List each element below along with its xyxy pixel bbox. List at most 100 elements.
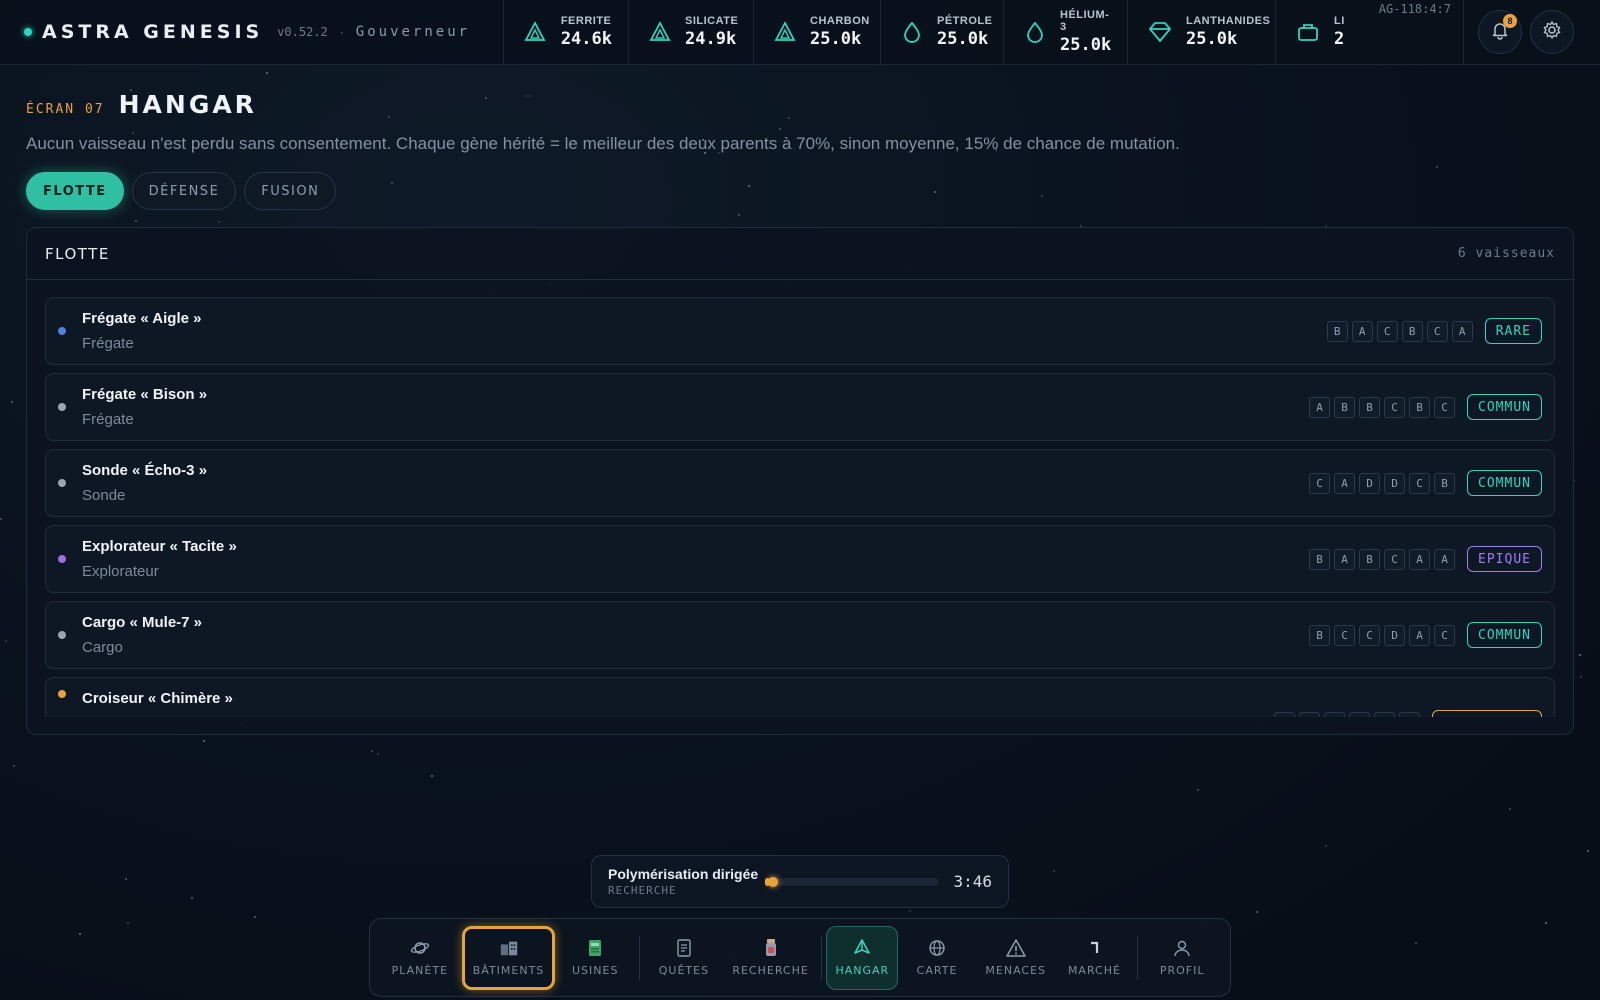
research-progress[interactable]: Polymérisation dirigée RECHERCHE 3:46	[591, 855, 1009, 908]
globe-icon	[927, 938, 947, 958]
rarity-badge: COMMUN	[1467, 394, 1542, 420]
resource-ferrite[interactable]: FERRITE 24.6k	[504, 0, 629, 65]
nav-marche[interactable]: MARCHÉ	[1056, 926, 1134, 990]
tab-flotte[interactable]: FLOTTE	[26, 172, 124, 210]
star	[748, 185, 750, 187]
gene-chip: B	[1434, 472, 1456, 494]
nav-recherche[interactable]: RECHERCHE	[724, 926, 818, 990]
star	[11, 401, 13, 403]
bottom-nav: PLANÈTE BÂTIMENTS USINES QUÊTES RECHERCH…	[369, 918, 1231, 997]
tab-fusion[interactable]: FUSION	[244, 172, 337, 210]
nav-usines[interactable]: USINES	[555, 926, 635, 990]
resource-label: HÉLIUM-3	[1060, 9, 1110, 33]
star	[5, 640, 7, 642]
star	[934, 191, 936, 193]
star	[1509, 808, 1511, 810]
resource-value: 25.0k	[1186, 29, 1238, 49]
gene-chip: A	[1351, 320, 1373, 342]
resource-silicate[interactable]: SILICATE 24.9k	[629, 0, 754, 65]
nav-profil[interactable]: PROFIL	[1142, 926, 1222, 990]
star	[1053, 870, 1055, 872]
market-icon	[1084, 938, 1104, 958]
app-version: v0.52.2	[277, 25, 328, 39]
top-bar: ASTRA GENESIS v0.52.2 · Gouverneur FERRI…	[0, 0, 1600, 65]
gene-chip: B	[1326, 320, 1348, 342]
ship-info: Croiseur « Chimère »	[82, 690, 1274, 715]
ship-name: Frégate « Aigle »	[82, 310, 202, 327]
ship-row[interactable]: Croiseur « Chimère »AAABBBLEGENDAIRE	[45, 677, 1555, 717]
flask-icon	[761, 938, 781, 958]
status-dot	[24, 28, 32, 36]
resource-helium3[interactable]: HÉLIUM-3 25.0k	[1004, 0, 1128, 65]
scroll-icon	[674, 938, 694, 958]
panel-title: FLOTTE	[45, 244, 110, 263]
nav-carte[interactable]: CARTE	[898, 926, 976, 990]
notification-badge: 8	[1503, 14, 1517, 28]
gene-chip: A	[1409, 548, 1431, 570]
gene-chip: B	[1348, 712, 1370, 717]
ship-info: Frégate « Aigle » Frégate	[82, 310, 1327, 352]
rarity-badge: COMMUN	[1467, 622, 1542, 648]
tab-defense[interactable]: DÉFENSE	[131, 172, 237, 210]
star	[738, 214, 740, 216]
rarity-badge: LEGENDAIRE	[1431, 710, 1542, 717]
notifications-button[interactable]: 8	[1478, 10, 1522, 54]
ship-list[interactable]: Frégate « Aigle » Frégate B A C B C A RARE Frégat…	[45, 297, 1555, 717]
star	[377, 753, 379, 755]
gene-chip: B	[1409, 396, 1431, 418]
nav-label: RECHERCHE	[732, 964, 809, 977]
ship-row[interactable]: Frégate « Bison » Frégate A B B C B C COMMUN	[45, 373, 1555, 441]
gene-chip: C	[1384, 548, 1406, 570]
star	[1415, 942, 1417, 944]
gene-chip: C	[1376, 320, 1398, 342]
research-name: Polymérisation dirigée	[608, 866, 759, 882]
gene-chip: B	[1401, 320, 1423, 342]
triangle-icon	[524, 20, 547, 44]
gene-chip: C	[1384, 396, 1406, 418]
resource-lanthanides[interactable]: LANTHANIDES 25.0k	[1128, 0, 1276, 65]
planet-icon	[410, 938, 430, 958]
nav-divider	[639, 935, 641, 980]
star	[218, 221, 220, 223]
gene-chip: A	[1334, 472, 1356, 494]
nav-planete[interactable]: PLANÈTE	[378, 926, 462, 990]
ship-row[interactable]: Cargo « Mule-7 » Cargo B C C D A C COMMUN	[45, 601, 1555, 669]
gene-chip: B	[1334, 396, 1356, 418]
star	[371, 750, 373, 752]
ship-row[interactable]: Explorateur « Tacite » Explorateur B A B C A A E…	[45, 525, 1555, 593]
ship-name: Sonde « Écho-3 »	[82, 462, 208, 479]
ship-row[interactable]: Frégate « Aigle » Frégate B A C B C A RARE	[45, 297, 1555, 365]
resource-label: LANTHANIDES	[1186, 15, 1271, 27]
resource-bar: FERRITE 24.6k SILICATE 24.9k CHARBON 25.…	[504, 0, 1464, 65]
rarity-dot	[58, 690, 66, 698]
resource-value: 25.0k	[810, 29, 862, 49]
ship-row[interactable]: Sonde « Écho-3 » Sonde C A D D C B COMMUN	[45, 449, 1555, 517]
star	[1579, 654, 1581, 656]
nav-hangar[interactable]: HANGAR	[826, 925, 899, 990]
factory-icon	[585, 938, 605, 958]
brand-separator: ·	[339, 25, 344, 39]
resource-value: 25.0k	[937, 29, 989, 49]
nav-batiments[interactable]: BÂTIMENTS	[461, 925, 556, 990]
nav-quetes[interactable]: QUÊTES	[644, 926, 724, 990]
screen-tag: ÉCRAN 07	[26, 102, 105, 117]
nav-label: QUÊTES	[658, 964, 710, 977]
rarity-badge: RARE	[1484, 318, 1542, 344]
resource-petrole[interactable]: PÉTROLE 25.0k	[881, 0, 1004, 65]
fleet-panel: FLOTTE 6 vaisseaux Frégate « Aigle » Frég…	[26, 227, 1574, 735]
star	[125, 878, 127, 880]
resource-li[interactable]: AG-118:4:7 LI 2	[1276, 0, 1464, 65]
star	[203, 740, 205, 742]
settings-button[interactable]	[1530, 10, 1574, 54]
nav-label: PROFIL	[1159, 964, 1205, 977]
nav-menaces[interactable]: MENACES	[976, 926, 1056, 990]
resource-value: 25.0k	[1060, 35, 1112, 55]
gene-list: CADDCB	[1309, 472, 1456, 494]
star	[1580, 676, 1582, 678]
ship-icon	[852, 938, 872, 958]
research-progress-knob	[768, 876, 779, 887]
resource-charbon[interactable]: CHARBON 25.0k	[754, 0, 881, 65]
gene-chip: A	[1298, 712, 1320, 717]
ship-type: Explorateur	[82, 563, 159, 580]
star	[788, 117, 790, 119]
